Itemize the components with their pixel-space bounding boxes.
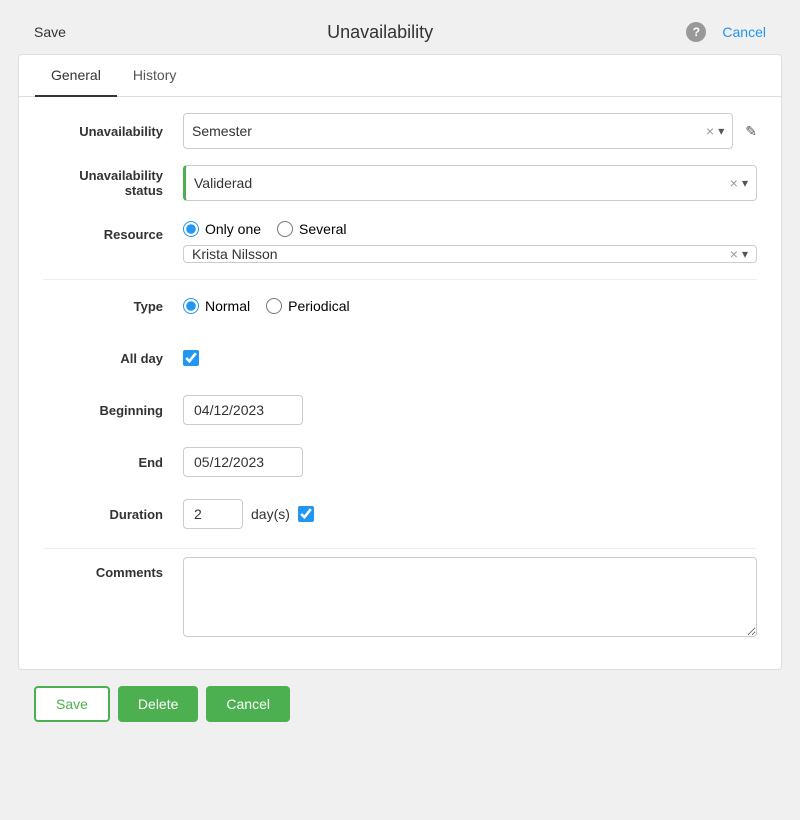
resource-section: Only one Several Krista Nilsson × ▾ [183, 221, 757, 263]
resource-arrow-icon[interactable]: ▾ [742, 247, 748, 261]
beginning-control [183, 395, 757, 425]
duration-checkbox[interactable] [298, 506, 314, 522]
comments-control [183, 557, 757, 637]
tab-history[interactable]: History [117, 55, 193, 97]
end-control [183, 447, 757, 477]
page-title: Unavailability [327, 22, 433, 43]
type-periodical-radio[interactable] [266, 298, 282, 314]
comments-row: Comments [43, 557, 757, 637]
form-section: Unavailability Semester × ▾ ✎ Unavailabi… [19, 97, 781, 669]
all-day-label: All day [43, 351, 183, 366]
type-label: Type [43, 299, 183, 314]
save-button[interactable]: Save [34, 686, 110, 722]
all-day-checkbox[interactable] [183, 350, 199, 366]
end-row: End [43, 444, 757, 480]
resource-label: Resource [43, 221, 183, 242]
divider-2 [43, 548, 757, 549]
duration-days-label: day(s) [251, 506, 290, 522]
resource-row: Resource Only one Several [43, 217, 757, 263]
bottom-actions: Save Delete Cancel [10, 670, 790, 738]
type-periodical-label: Periodical [288, 298, 349, 314]
resource-several-label: Several [299, 221, 346, 237]
unavailability-control: Semester × ▾ ✎ [183, 113, 757, 149]
end-input[interactable] [183, 447, 303, 477]
end-label: End [43, 455, 183, 470]
duration-input[interactable] [183, 499, 243, 529]
unavailability-label: Unavailability [43, 124, 183, 139]
type-normal[interactable]: Normal [183, 298, 250, 314]
top-cancel-button[interactable]: Cancel [714, 20, 774, 44]
unavailability-edit-icon[interactable]: ✎ [745, 123, 757, 140]
unavailability-status-arrow-icon[interactable]: ▾ [742, 176, 748, 190]
help-icon[interactable]: ? [686, 22, 706, 42]
unavailability-select[interactable]: Semester × ▾ [183, 113, 733, 149]
unavailability-arrow-icon[interactable]: ▾ [718, 124, 724, 138]
unavailability-status-row: Unavailability status Validerad × ▾ [43, 165, 757, 201]
resource-clear-icon[interactable]: × [730, 246, 738, 262]
comments-label: Comments [43, 557, 183, 580]
tab-general[interactable]: General [35, 55, 117, 97]
unavailability-status-label: Unavailability status [43, 168, 183, 198]
all-day-row: All day [43, 340, 757, 376]
unavailability-status-clear-icon[interactable]: × [730, 175, 738, 191]
unavailability-clear-icon[interactable]: × [706, 123, 714, 139]
beginning-input[interactable] [183, 395, 303, 425]
top-bar: Save Unavailability ? Cancel [10, 10, 790, 54]
delete-button[interactable]: Delete [118, 686, 198, 722]
duration-label: Duration [43, 507, 183, 522]
resource-value: Krista Nilsson [192, 246, 730, 262]
duration-row: Duration day(s) [43, 496, 757, 532]
main-card: General History Unavailability Semester … [18, 54, 782, 670]
tabs: General History [19, 55, 781, 97]
resource-only-one-radio[interactable] [183, 221, 199, 237]
resource-only-one[interactable]: Only one [183, 221, 261, 237]
top-bar-right: ? Cancel [686, 20, 774, 44]
unavailability-row: Unavailability Semester × ▾ ✎ [43, 113, 757, 149]
all-day-control [183, 350, 757, 366]
unavailability-value: Semester [192, 123, 706, 139]
type-radio-group: Normal Periodical [183, 298, 350, 314]
top-save-button[interactable]: Save [26, 20, 74, 44]
beginning-row: Beginning [43, 392, 757, 428]
type-row: Type Normal Periodical [43, 288, 757, 324]
resource-select[interactable]: Krista Nilsson × ▾ [183, 245, 757, 263]
unavailability-status-select[interactable]: Validerad × ▾ [183, 165, 757, 201]
divider-1 [43, 279, 757, 280]
unavailability-status-control: Validerad × ▾ [183, 165, 757, 201]
cancel-button[interactable]: Cancel [206, 686, 290, 722]
unavailability-status-value: Validerad [194, 175, 730, 191]
resource-several-radio[interactable] [277, 221, 293, 237]
type-periodical[interactable]: Periodical [266, 298, 349, 314]
resource-control: Only one Several Krista Nilsson × ▾ [183, 221, 757, 263]
resource-several[interactable]: Several [277, 221, 346, 237]
beginning-label: Beginning [43, 403, 183, 418]
comments-textarea[interactable] [183, 557, 757, 637]
top-bar-left: Save [26, 20, 74, 44]
type-normal-radio[interactable] [183, 298, 199, 314]
resource-only-one-label: Only one [205, 221, 261, 237]
resource-radio-group: Only one Several [183, 221, 757, 237]
type-normal-label: Normal [205, 298, 250, 314]
duration-control: day(s) [183, 499, 757, 529]
type-control: Normal Periodical [183, 298, 757, 314]
